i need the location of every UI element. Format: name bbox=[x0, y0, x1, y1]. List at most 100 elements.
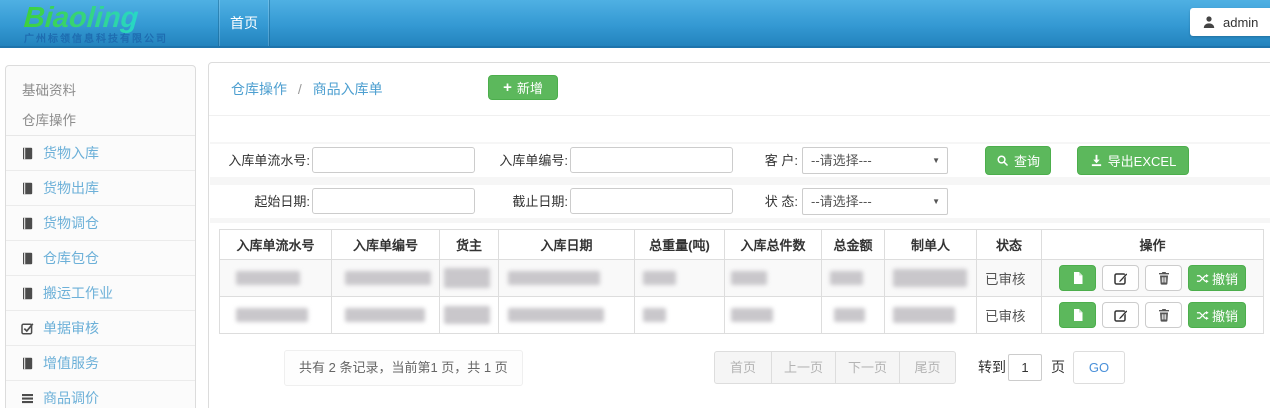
breadcrumb-separator: / bbox=[298, 81, 302, 97]
filter-row-2: 起始日期: 截止日期: 状 态: --请选择--- ▼ bbox=[210, 185, 1270, 218]
main-panel: 仓库操作 / 商品入库单 + 新增 入库单流水号: 入库单编号: 客 户: --… bbox=[208, 62, 1270, 408]
page-unit-label: 页 bbox=[1051, 351, 1065, 384]
redacted-cell bbox=[731, 308, 773, 322]
file-icon bbox=[1071, 308, 1085, 322]
book-icon bbox=[21, 217, 34, 230]
redacted-cell bbox=[830, 271, 863, 285]
breadcrumb-parent[interactable]: 仓库操作 bbox=[231, 81, 287, 97]
col-header-creator: 制单人 bbox=[885, 230, 977, 260]
customer-label: 客 户: bbox=[742, 144, 798, 177]
plus-icon: + bbox=[503, 80, 512, 95]
prev-page-button[interactable]: 上一页 bbox=[771, 351, 836, 384]
redacted-cell bbox=[444, 268, 490, 288]
end-date-input[interactable] bbox=[570, 188, 733, 214]
inbound-orders-table: 入库单流水号 入库单编号 货主 入库日期 总重量(吨) 入库总件数 总金额 制单… bbox=[219, 229, 1264, 334]
goto-label: 转到 bbox=[978, 351, 1006, 384]
start-date-label: 起始日期: bbox=[224, 185, 310, 218]
filter-row-1: 入库单流水号: 入库单编号: 客 户: --请选择--- ▼ 查询 导出EXCE… bbox=[210, 144, 1270, 177]
page: Biaoling 广州标领信息科技有限公司 首页 admin 基础资料 仓库操作… bbox=[0, 0, 1270, 408]
col-header-qty: 入库总件数 bbox=[725, 230, 822, 260]
col-header-order-no: 入库单编号 bbox=[332, 230, 440, 260]
list-icon bbox=[21, 392, 34, 405]
sidebar-item-label: 仓库包仓 bbox=[43, 248, 99, 268]
caret-down-icon: ▼ bbox=[932, 189, 940, 214]
sidebar-item-label: 单据审核 bbox=[43, 318, 99, 338]
revoke-button[interactable]: 撤销 bbox=[1188, 302, 1246, 328]
revoke-button[interactable]: 撤销 bbox=[1188, 265, 1246, 291]
redacted-cell bbox=[834, 308, 865, 322]
sidebar-item-document-audit[interactable]: 单据审核 bbox=[6, 311, 195, 346]
trash-icon bbox=[1157, 271, 1171, 285]
breadcrumb: 仓库操作 / 商品入库单 bbox=[231, 79, 383, 99]
redacted-cell bbox=[444, 306, 490, 324]
book-icon bbox=[21, 357, 34, 370]
logo-text: Biaoling bbox=[23, 3, 139, 33]
first-page-button[interactable]: 首页 bbox=[714, 351, 772, 384]
sidebar-item-goods-outbound[interactable]: 货物出库 bbox=[6, 171, 195, 206]
edit-button[interactable] bbox=[1102, 265, 1139, 291]
sidebar: 基础资料 仓库操作 货物入库 货物出库 货物调仓 仓库包仓 搬运工作业 单据审核 bbox=[5, 65, 196, 408]
sidebar-section-warehouse-ops[interactable]: 仓库操作 bbox=[6, 106, 195, 136]
sidebar-item-goods-inbound[interactable]: 货物入库 bbox=[6, 136, 195, 171]
go-button[interactable]: GO bbox=[1073, 351, 1125, 384]
last-page-button[interactable]: 尾页 bbox=[899, 351, 956, 384]
start-date-input[interactable] bbox=[312, 188, 475, 214]
add-button[interactable]: + 新增 bbox=[488, 75, 558, 100]
serial-label: 入库单流水号: bbox=[224, 144, 310, 177]
page-number-input[interactable] bbox=[1008, 354, 1042, 381]
sidebar-item-label: 商品调价 bbox=[43, 388, 99, 408]
caret-down-icon: ▼ bbox=[932, 148, 940, 173]
redacted-cell bbox=[643, 308, 666, 322]
sidebar-item-label: 货物入库 bbox=[43, 143, 99, 163]
sidebar-item-label: 货物出库 bbox=[43, 178, 99, 198]
status-select[interactable]: --请选择--- ▼ bbox=[802, 188, 948, 215]
next-page-button[interactable]: 下一页 bbox=[835, 351, 900, 384]
row-actions: 撤销 bbox=[1042, 265, 1263, 291]
sidebar-item-handling-work[interactable]: 搬运工作业 bbox=[6, 276, 195, 311]
sidebar-item-warehouse-package[interactable]: 仓库包仓 bbox=[6, 241, 195, 276]
check-square-icon bbox=[21, 322, 34, 335]
delete-button[interactable] bbox=[1145, 302, 1182, 328]
search-button[interactable]: 查询 bbox=[985, 146, 1051, 175]
sidebar-item-label: 增值服务 bbox=[43, 353, 99, 373]
nav-home[interactable]: 首页 bbox=[218, 0, 270, 46]
app-logo: Biaoling 广州标领信息科技有限公司 bbox=[24, 3, 168, 45]
pager: 首页 上一页 下一页 尾页 bbox=[714, 351, 956, 384]
user-icon bbox=[1202, 15, 1216, 29]
sidebar-item-label: 货物调仓 bbox=[43, 213, 99, 233]
table-row: 已审核 撤销 bbox=[220, 260, 1264, 297]
customer-select-value: --请选择--- bbox=[811, 153, 872, 168]
order-no-input[interactable] bbox=[570, 147, 733, 173]
sidebar-section-basic-data[interactable]: 基础资料 bbox=[6, 76, 195, 106]
book-icon bbox=[21, 252, 34, 265]
user-menu-button[interactable]: admin bbox=[1190, 8, 1270, 36]
redacted-cell bbox=[731, 271, 767, 285]
redacted-cell bbox=[236, 271, 300, 285]
col-header-status: 状态 bbox=[977, 230, 1042, 260]
view-document-button[interactable] bbox=[1059, 302, 1096, 328]
record-summary: 共有 2 条记录，当前第1 页，共 1 页 bbox=[284, 350, 523, 386]
filter-area: 入库单流水号: 入库单编号: 客 户: --请选择--- ▼ 查询 导出EXCE… bbox=[210, 142, 1270, 223]
export-excel-button[interactable]: 导出EXCEL bbox=[1077, 146, 1189, 175]
status-select-value: --请选择--- bbox=[811, 194, 872, 209]
redacted-cell bbox=[508, 308, 604, 322]
end-date-label: 截止日期: bbox=[482, 185, 568, 218]
serial-input[interactable] bbox=[312, 147, 475, 173]
sidebar-item-goods-transfer[interactable]: 货物调仓 bbox=[6, 206, 195, 241]
status-value: 已审核 bbox=[977, 309, 1026, 324]
redacted-cell bbox=[893, 307, 955, 323]
panel-header: 仓库操作 / 商品入库单 + 新增 bbox=[209, 63, 1270, 116]
breadcrumb-current[interactable]: 商品入库单 bbox=[313, 81, 383, 97]
revoke-button-label: 撤销 bbox=[1212, 269, 1238, 288]
topbar: Biaoling 广州标领信息科技有限公司 首页 admin bbox=[0, 0, 1270, 48]
delete-button[interactable] bbox=[1145, 265, 1182, 291]
edit-button[interactable] bbox=[1102, 302, 1139, 328]
view-document-button[interactable] bbox=[1059, 265, 1096, 291]
shuffle-icon bbox=[1196, 272, 1209, 285]
table-header-row: 入库单流水号 入库单编号 货主 入库日期 总重量(吨) 入库总件数 总金额 制单… bbox=[220, 230, 1264, 260]
trash-icon bbox=[1157, 308, 1171, 322]
sidebar-item-value-added-service[interactable]: 增值服务 bbox=[6, 346, 195, 381]
customer-select[interactable]: --请选择--- ▼ bbox=[802, 147, 948, 174]
add-button-label: 新增 bbox=[517, 78, 543, 97]
sidebar-item-goods-repricing[interactable]: 商品调价 bbox=[6, 381, 195, 408]
